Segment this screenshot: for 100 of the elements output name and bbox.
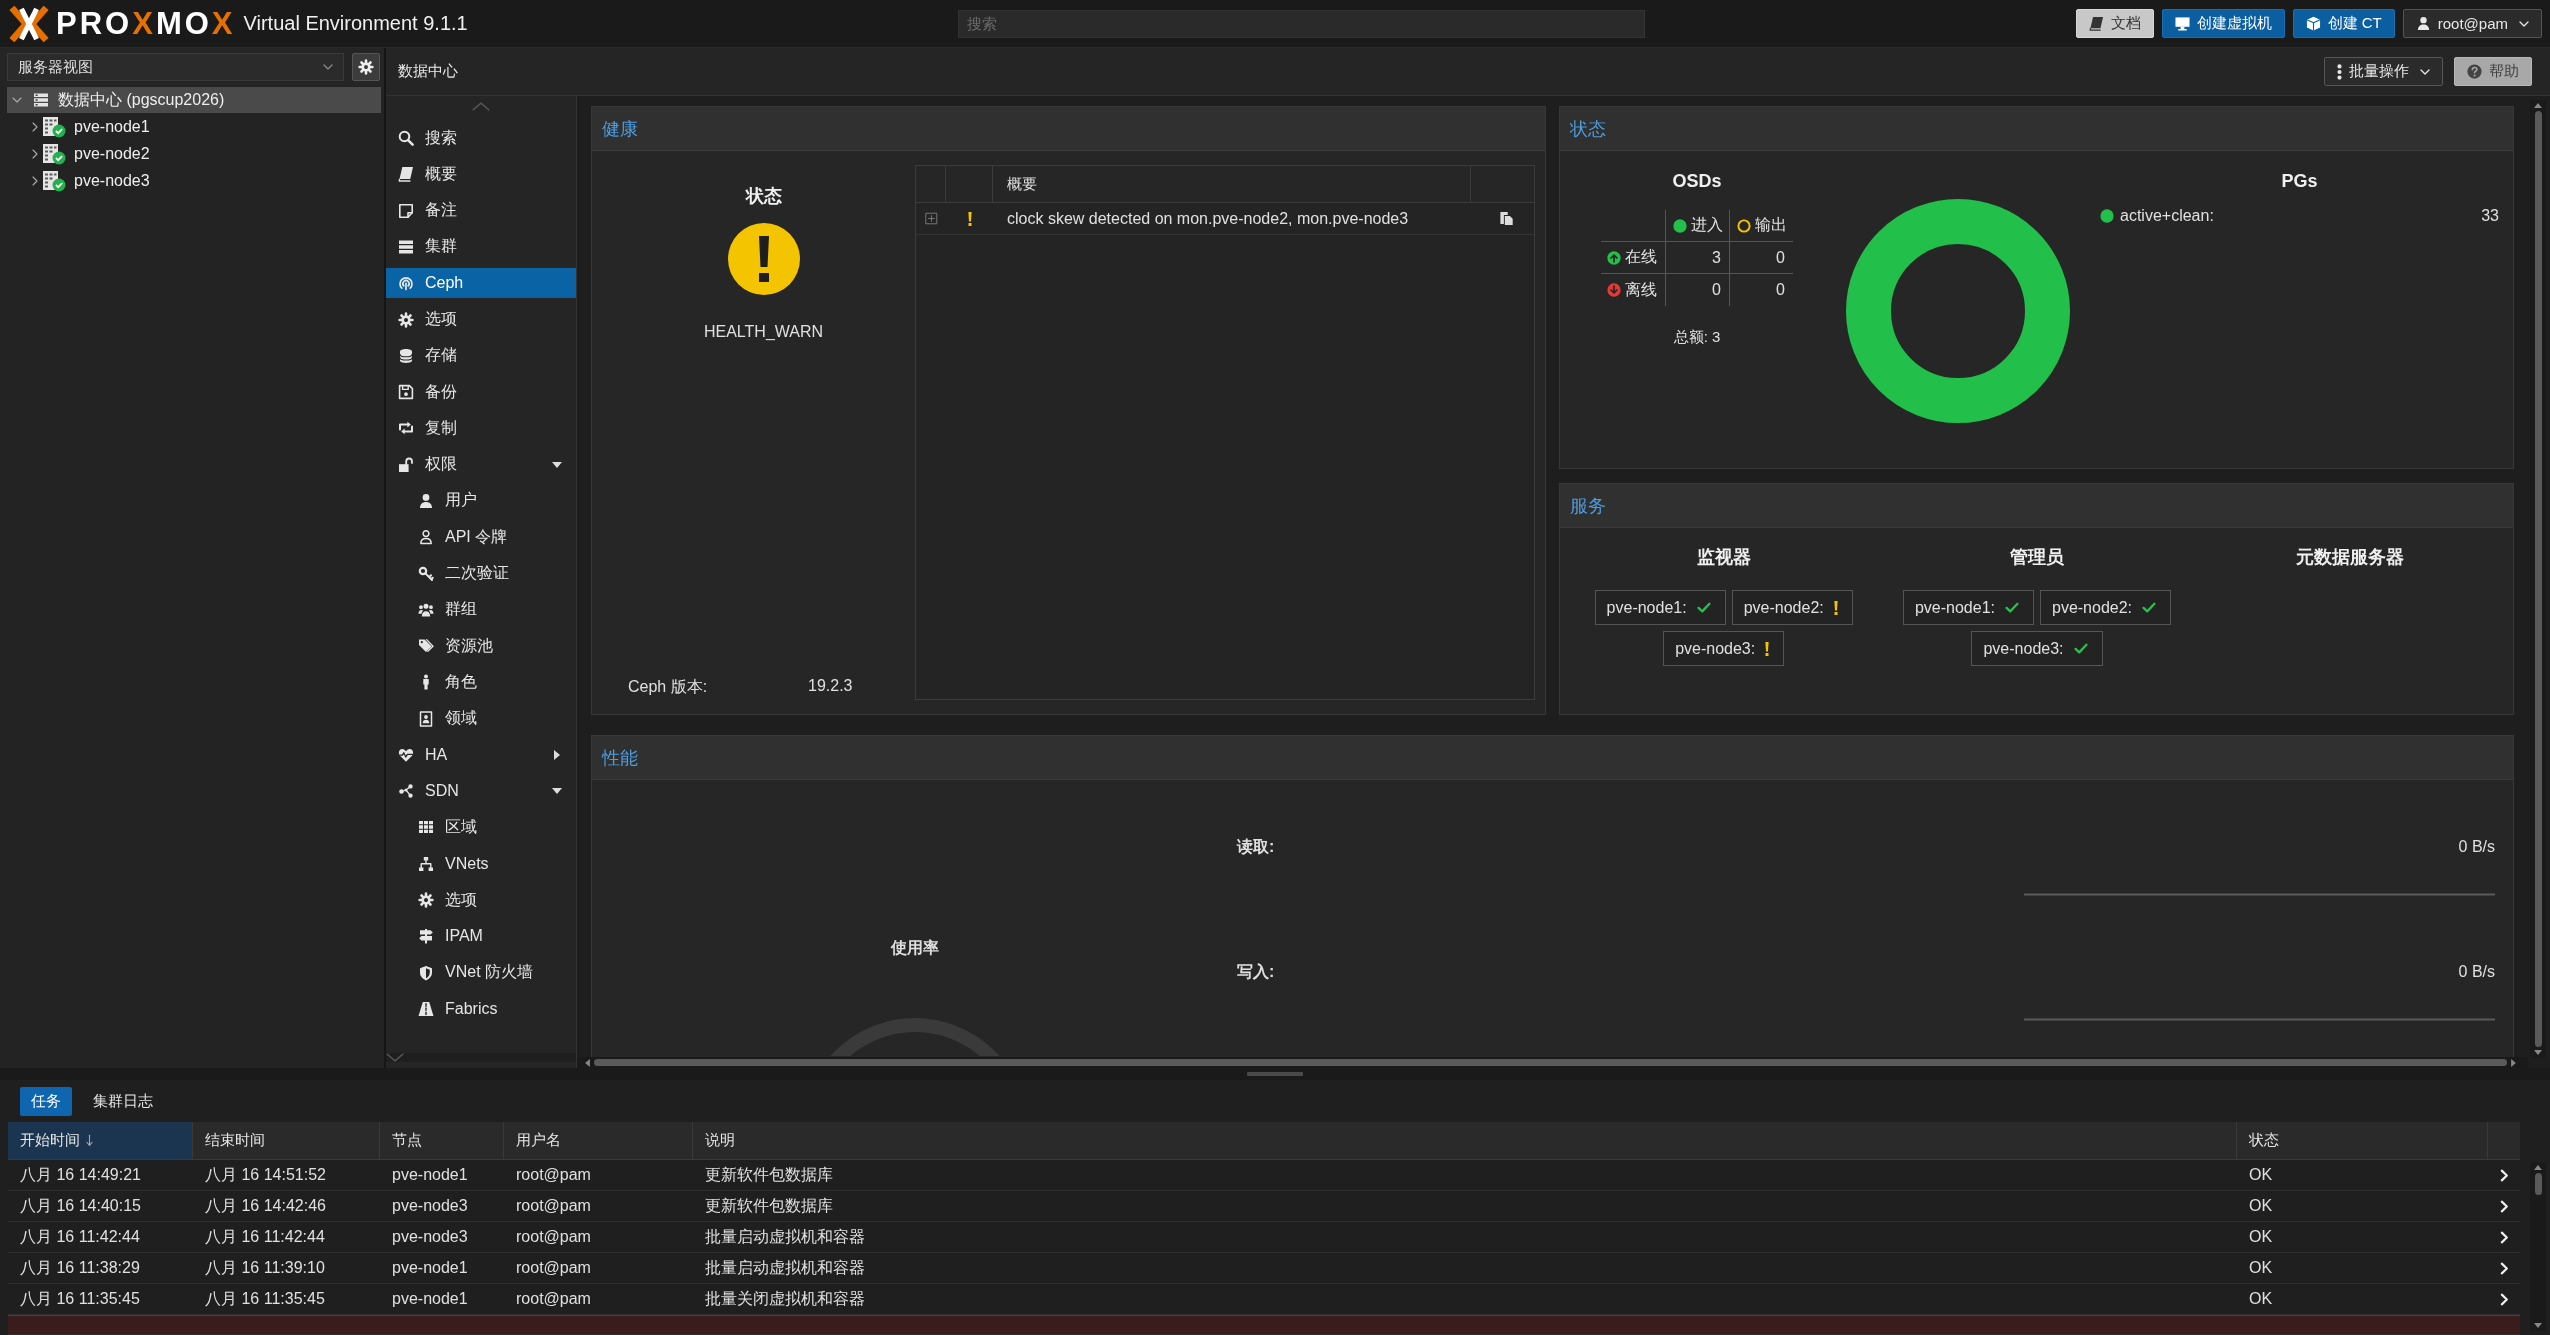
chevron-right-icon[interactable]	[32, 121, 38, 132]
nav-item[interactable]: HA	[386, 739, 576, 770]
help-button[interactable]: 帮助	[2454, 57, 2532, 86]
tree-item[interactable]: pve-node1	[7, 113, 381, 140]
scrollbar-thumb[interactable]	[2534, 111, 2542, 1047]
nav-item[interactable]: Ceph	[386, 268, 576, 299]
column-header[interactable]: 说明	[693, 1122, 2237, 1159]
nav-item[interactable]: 选项	[386, 885, 576, 916]
panel-title: 健康	[602, 117, 638, 141]
server-stack-icon	[398, 239, 414, 255]
shield-icon	[418, 964, 434, 981]
scroll-up-icon[interactable]	[2534, 1165, 2542, 1170]
search-icon	[398, 130, 414, 147]
table-cell-text: pve-node3	[391, 1228, 468, 1246]
tab[interactable]: 任务	[20, 1086, 72, 1116]
nav-item[interactable]: 权限	[386, 449, 576, 480]
table-cell-text: pve-node1	[391, 1259, 468, 1277]
service-label: pve-node3:	[1675, 639, 1756, 658]
tree-item[interactable]: 数据中心 (pgscup2026)	[7, 87, 381, 113]
scroll-up-icon[interactable]	[2534, 103, 2542, 108]
column-header[interactable]: 状态	[2237, 1122, 2488, 1159]
cube-icon	[2305, 16, 2321, 31]
section-heading: 元数据服务器	[2296, 547, 2405, 567]
chevron-down-icon[interactable]	[12, 97, 22, 103]
nav-item[interactable]: 存储	[386, 340, 576, 371]
search-field[interactable]: 搜索	[958, 9, 1645, 38]
nav-item[interactable]: SDN	[386, 776, 576, 807]
tags-icon	[418, 638, 434, 655]
nav-item[interactable]: VNets	[386, 848, 576, 879]
nav-item[interactable]: 区域	[386, 812, 576, 843]
nav-item[interactable]: 搜索	[386, 123, 576, 154]
nav-item[interactable]: 集群	[386, 232, 576, 262]
column-header[interactable]: 开始时间	[8, 1122, 193, 1159]
view-selector[interactable]: 服务器视图	[7, 53, 344, 81]
scroll-left-icon[interactable]	[585, 1058, 590, 1067]
nav-item[interactable]: 角色	[386, 667, 576, 698]
user-outline-icon	[418, 529, 434, 546]
caret-down-icon[interactable]	[552, 461, 562, 468]
table-cell-text: 八月 16 11:35:45	[19, 1288, 140, 1309]
scroll-down-icon[interactable]	[2534, 1323, 2542, 1328]
scroll-right-icon[interactable]	[2511, 1058, 2516, 1067]
nav-item[interactable]: IPAM	[386, 921, 576, 952]
chevron-right-icon[interactable]	[32, 175, 38, 186]
panel-title: 服务	[1570, 494, 1606, 518]
scroll-down-icon[interactable]	[2534, 1050, 2542, 1055]
arrow-down-circle-icon	[1607, 283, 1621, 297]
nav-item[interactable]: 群组	[386, 594, 576, 625]
status-ring-icon	[1736, 218, 1751, 233]
tab[interactable]: 集群日志	[82, 1086, 164, 1116]
note-icon	[398, 202, 414, 219]
table-cell: 0	[1712, 281, 1721, 299]
nav-item[interactable]: 领域	[386, 703, 576, 734]
nav-item[interactable]: API 令牌	[386, 522, 576, 553]
rings-icon	[398, 275, 414, 292]
caret-down-icon	[2519, 20, 2529, 27]
nav-item[interactable]: 用户	[386, 485, 576, 516]
table-cell-text: 八月 16 11:38:29	[19, 1257, 140, 1278]
create-vm-button[interactable]: 创建虚拟机	[2161, 9, 2285, 38]
scrollbar-thumb[interactable]	[2534, 1173, 2542, 1195]
caret-right-icon[interactable]	[554, 749, 560, 760]
nav-item[interactable]: Fabrics	[386, 993, 576, 1024]
tree-item[interactable]: pve-node3	[7, 167, 381, 194]
tree-item[interactable]: pve-node2	[7, 140, 381, 167]
settings-button[interactable]	[352, 53, 380, 81]
panel-title: 状态	[1570, 117, 1606, 141]
column-header[interactable]: 用户名	[504, 1122, 693, 1159]
row-label: 在线	[1625, 247, 1657, 267]
product-name: Virtual Environment 9.1.1	[243, 12, 468, 35]
table-cell-text: pve-node3	[391, 1197, 468, 1215]
expand-icon[interactable]	[924, 212, 938, 225]
create-ct-button[interactable]: 创建 CT	[2292, 9, 2395, 38]
table-cell-text: 批量启动虚拟机和容器	[704, 1257, 865, 1278]
column-header[interactable]: 节点	[380, 1122, 504, 1159]
copy-icon[interactable]	[1499, 211, 1514, 226]
nav-item[interactable]: VNet 防火墙	[386, 957, 576, 988]
scrollbar-thumb[interactable]	[594, 1059, 2507, 1066]
bulk-actions-button[interactable]: 批量操作	[2324, 57, 2443, 86]
nav-item[interactable]: 复制	[386, 413, 576, 444]
caret-down-icon[interactable]	[552, 788, 562, 795]
service-label: pve-node1:	[1606, 598, 1687, 617]
nav-item[interactable]: 备注	[386, 195, 576, 226]
table-cell-text: OK	[2248, 1259, 2273, 1277]
table-cell-text: 八月 16 14:51:52	[204, 1164, 326, 1185]
docs-button[interactable]: 文档	[2075, 9, 2154, 38]
table-cell-text: 八月 16 14:49:21	[19, 1164, 141, 1185]
caret-down-icon	[2420, 68, 2430, 75]
nav-item[interactable]: 概要	[386, 159, 576, 190]
section-heading: 管理员	[2010, 547, 2064, 567]
splitter-handle[interactable]	[1247, 1072, 1303, 1076]
metric-label: 写入:	[1237, 962, 1275, 982]
nav-item[interactable]: 资源池	[386, 631, 576, 662]
user-menu-button[interactable]: root@pam	[2402, 9, 2542, 38]
chevron-right-icon[interactable]	[32, 148, 38, 159]
nav-item[interactable]: 备份	[386, 377, 576, 408]
table-cell-text: OK	[2248, 1166, 2273, 1184]
nav-item[interactable]: 选项	[386, 304, 576, 335]
table-cell-text: 批量启动虚拟机和容器	[704, 1226, 865, 1247]
column-header[interactable]: 结束时间	[193, 1122, 380, 1159]
nav-item[interactable]: 二次验证	[386, 558, 576, 589]
table-cell-text: OK	[2248, 1197, 2273, 1215]
